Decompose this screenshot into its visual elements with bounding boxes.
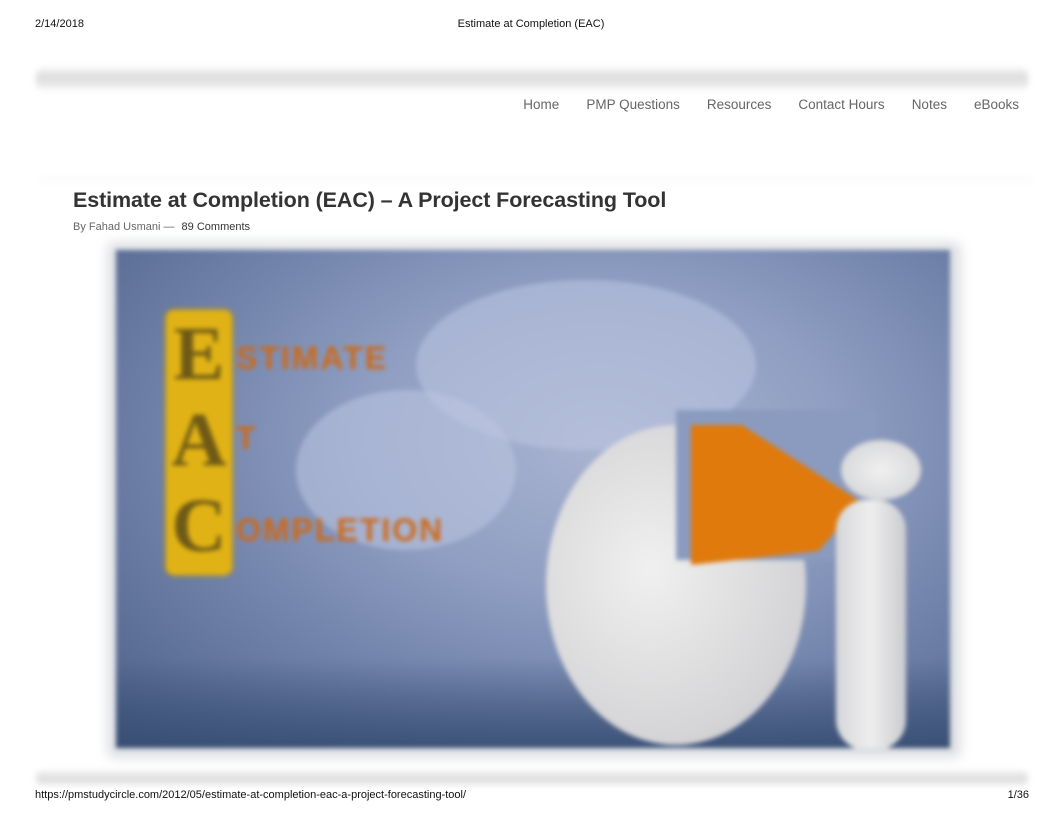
- content-bottom-bar: [36, 770, 1028, 786]
- nav-item-resources[interactable]: Resources: [707, 97, 772, 112]
- word-completion: OMPLETION: [236, 512, 445, 548]
- site-header-bar: [36, 68, 1028, 90]
- nav-item-home[interactable]: Home: [523, 97, 559, 112]
- eac-letter-strip: E A C: [166, 310, 232, 575]
- print-header: 2/14/2018 Estimate at Completion (EAC): [0, 0, 1062, 40]
- print-page-number: 1/36: [1007, 789, 1029, 801]
- post-byline: By Fahad Usmani — 89 Comments: [73, 221, 250, 233]
- nav-item-ebooks[interactable]: eBooks: [974, 97, 1019, 112]
- hero-image: E A C STIMATE T OMPLETION: [116, 250, 950, 748]
- nav-item-pmp-questions[interactable]: PMP Questions: [586, 97, 680, 112]
- article-frame-top: [38, 176, 1034, 188]
- author-text: By Fahad Usmani —: [73, 221, 175, 233]
- main-nav: Home PMP Questions Resources Contact Hou…: [496, 97, 1019, 112]
- print-url: https://pmstudycircle.com/2012/05/estima…: [35, 789, 467, 801]
- eac-letter-c: C: [171, 484, 227, 568]
- comments-link[interactable]: 89 Comments: [182, 221, 250, 233]
- figure-head: [841, 440, 921, 500]
- eac-letter-e: E: [173, 312, 225, 396]
- post-title: Estimate at Completion (EAC) – A Project…: [73, 188, 667, 212]
- eac-letter-a: A: [171, 398, 227, 482]
- nav-item-contact-hours[interactable]: Contact Hours: [798, 97, 884, 112]
- word-at: T: [236, 420, 258, 456]
- print-page-title: Estimate at Completion (EAC): [457, 18, 605, 30]
- nav-item-notes[interactable]: Notes: [912, 97, 947, 112]
- word-estimate: STIMATE: [236, 340, 389, 376]
- figure-body: [836, 500, 906, 748]
- hero-gradient: [116, 658, 950, 748]
